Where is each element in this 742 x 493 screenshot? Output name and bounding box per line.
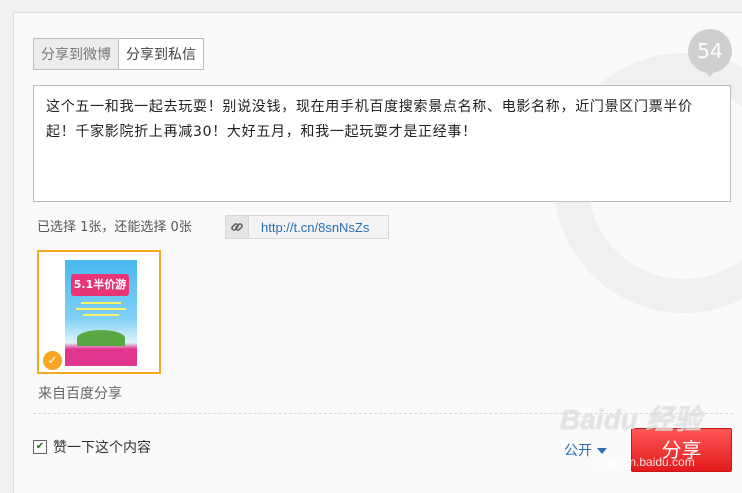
- check-icon: ✓: [42, 350, 63, 371]
- attached-image-thumbnail[interactable]: 5.1半价游 ✓: [37, 250, 161, 374]
- poster-island-graphic: [77, 330, 125, 346]
- image-selection-info: 已选择 1张，还能选择 0张: [37, 220, 192, 235]
- like-label: 赞一下这个内容: [53, 440, 151, 456]
- share-text-input[interactable]: 这个五一和我一起去玩耍！别说没钱，现在用手机百度搜索景点名称、电影名称，近门景区…: [33, 85, 731, 202]
- poster-title: 5.1半价游: [71, 274, 129, 296]
- poster-text-line: [83, 314, 119, 316]
- tab-share-weibo[interactable]: 分享到微博: [33, 38, 119, 70]
- baidu-jingyan-watermark: Baidu 经验: [560, 404, 702, 435]
- tab-share-private-message[interactable]: 分享到私信: [119, 38, 204, 70]
- share-tabs: 分享到微博 分享到私信: [33, 38, 204, 70]
- share-source-label: 来自百度分享: [38, 386, 122, 402]
- visibility-label: 公开: [564, 443, 592, 459]
- promo-poster-image: 5.1半价游: [65, 260, 137, 366]
- poster-text-line: [81, 302, 121, 304]
- watermark-url: jingyan.baidu.com: [598, 455, 695, 469]
- counter-bubble-tail: [704, 69, 716, 77]
- remaining-char-counter: 54: [688, 29, 732, 73]
- like-option[interactable]: ✔ 赞一下这个内容: [33, 437, 151, 457]
- like-checkbox[interactable]: ✔: [33, 440, 47, 454]
- chevron-down-icon: [597, 448, 607, 454]
- short-link-url[interactable]: http://t.cn/8snNsZs: [249, 220, 369, 235]
- short-link-chip[interactable]: http://t.cn/8snNsZs: [225, 215, 389, 239]
- link-icon: [226, 216, 249, 238]
- poster-text-line: [76, 308, 126, 310]
